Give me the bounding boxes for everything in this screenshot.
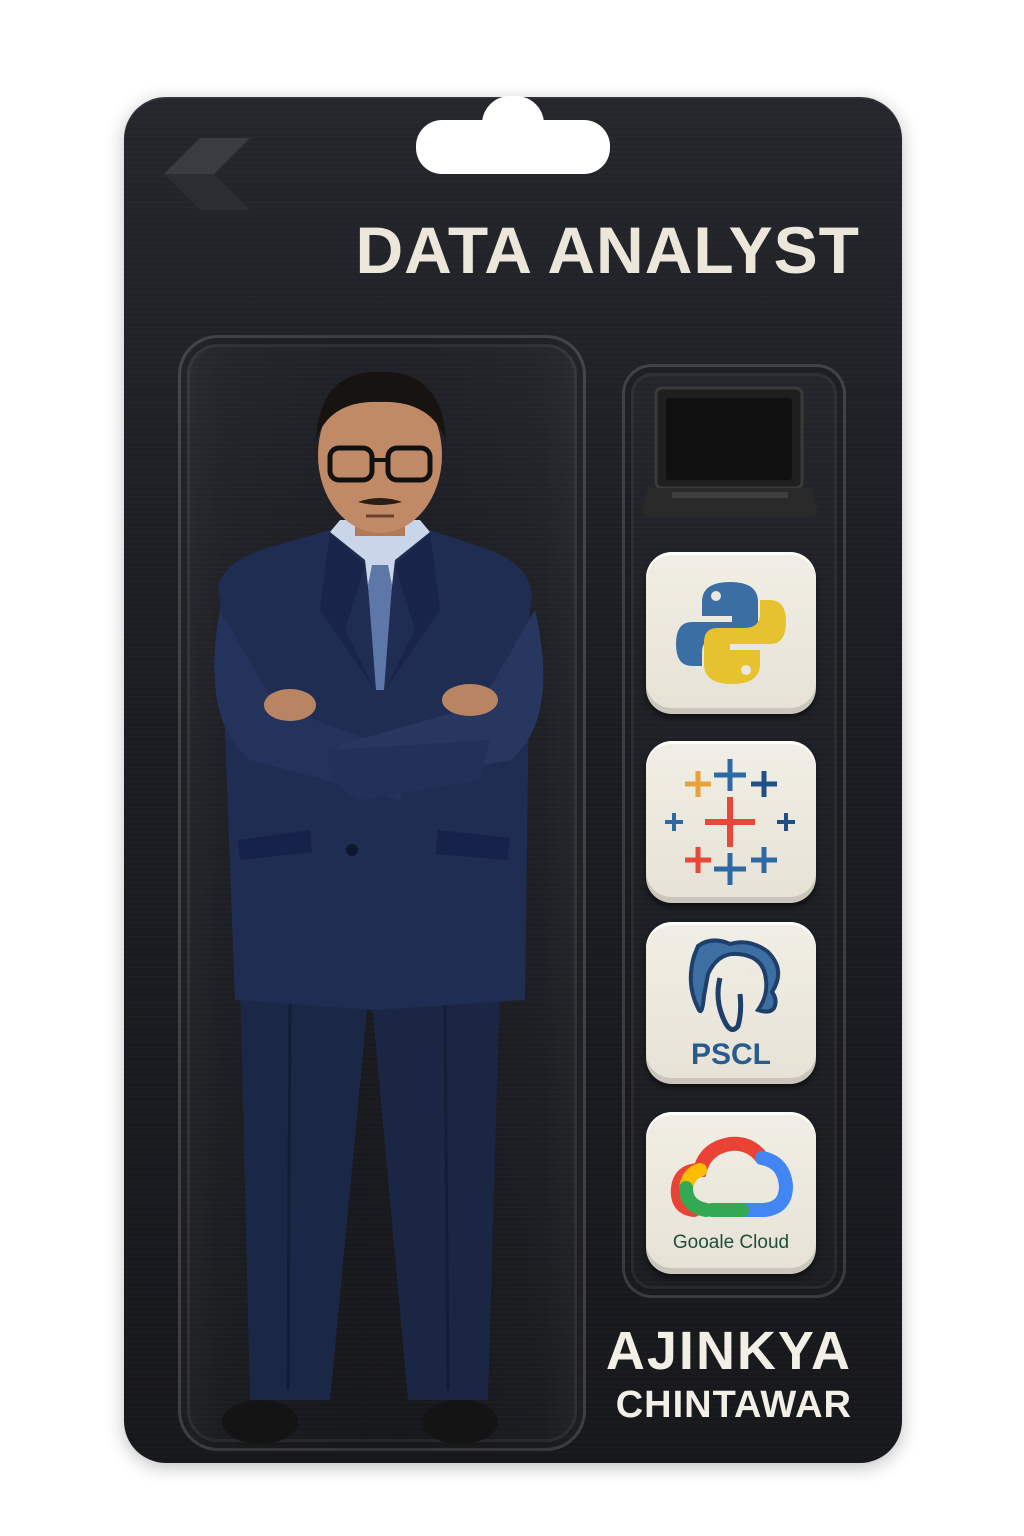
laptop-icon (642, 386, 818, 516)
tableau-logo-icon (665, 759, 795, 885)
python-tile (646, 552, 816, 714)
tableau-tile (646, 741, 816, 903)
postgresql-tile: PSCL (646, 922, 816, 1084)
python-logo-icon (676, 582, 786, 684)
chevron-left-logo-icon (164, 138, 250, 210)
google-cloud-label: Gooale Cloud (672, 1232, 790, 1253)
hang-tab (416, 96, 610, 174)
name-first: AJINKYA (605, 1321, 852, 1381)
page: DATA ANALYST PSCL Gooale Cloud AJINKYA C… (0, 0, 1024, 1536)
postgresql-label: PSCL (690, 1038, 771, 1071)
businessman-figure (214, 371, 544, 1444)
google-cloud-tile: Gooale Cloud (646, 1112, 816, 1274)
package-title: DATA ANALYST (355, 213, 860, 287)
name-last: CHINTAWAR (615, 1384, 852, 1426)
